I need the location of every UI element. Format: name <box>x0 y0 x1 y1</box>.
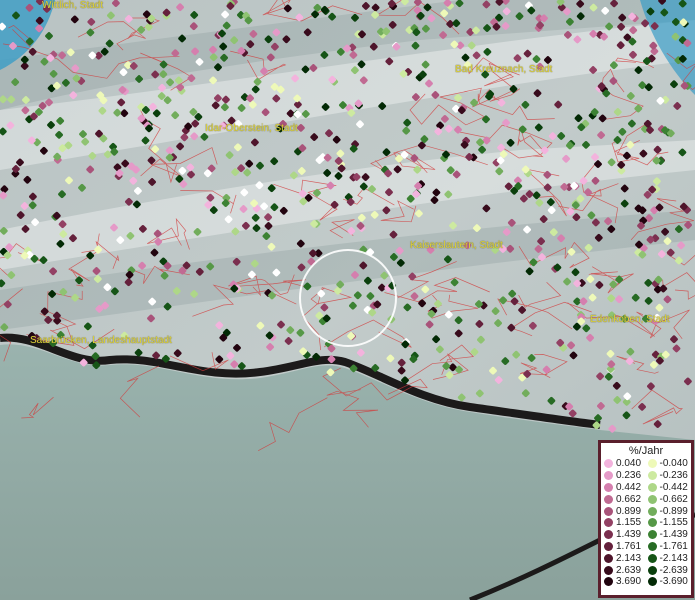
legend-item: -0.236 <box>647 470 692 482</box>
legend-label: 1.439 <box>616 529 642 541</box>
legend-swatch <box>604 530 613 540</box>
legend-item: 1.761 <box>604 541 648 553</box>
legend-swatch <box>647 518 657 528</box>
legend-label: -0.040 <box>659 458 688 470</box>
legend-swatch <box>604 541 613 551</box>
legend-label: -0.662 <box>659 493 688 505</box>
legend-item: 1.439 <box>604 529 648 541</box>
city-label-kaiserslautern: Kaiserslautern, Stadt <box>410 240 503 251</box>
legend-negative-column: -0.040 -0.236 -0.442 -0.662 -0.899 -1.155 -1.4… <box>647 458 692 588</box>
legend-item: -1.439 <box>647 529 692 541</box>
legend-label: 0.236 <box>616 470 642 482</box>
legend-label: -3.690 <box>659 576 688 588</box>
legend-item: 0.899 <box>604 505 648 517</box>
map-view[interactable]: Wittlich, Stadt Bad Kreuznach, Stadt Ida… <box>0 0 695 600</box>
legend-item: 0.040 <box>604 458 648 470</box>
legend-swatch <box>604 518 613 528</box>
legend-swatch <box>647 471 657 481</box>
legend-swatch <box>647 459 657 469</box>
legend-title: %/Jahr <box>628 445 664 457</box>
legend-swatch <box>647 494 657 504</box>
legend-swatch <box>647 482 657 492</box>
legend-swatch <box>647 506 657 516</box>
city-label-bad-kreuznach: Bad Kreuznach, Stadt <box>455 64 553 75</box>
legend-label: 0.662 <box>616 493 642 505</box>
legend-item: 0.442 <box>604 482 648 494</box>
terrain-layer <box>0 0 695 600</box>
legend-swatch <box>604 506 613 516</box>
legend-item: -0.442 <box>647 481 692 494</box>
legend-item: 3.690 <box>604 576 648 588</box>
legend-item: -2.639 <box>647 564 692 576</box>
legend-swatch <box>604 459 613 469</box>
legend-label: 2.639 <box>616 564 642 576</box>
legend-swatch <box>647 553 657 563</box>
legend-label: -1.761 <box>659 540 688 552</box>
city-label-edenkoben: Edenkoben, Stadt <box>590 314 670 325</box>
legend-positive-column: 0.040 0.236 0.442 0.662 0.899 1.155 1.439 1.761… <box>604 458 648 588</box>
legend-swatch <box>647 541 657 551</box>
legend-item: 2.143 <box>604 552 648 564</box>
legend-item: -2.143 <box>647 552 692 564</box>
legend-swatch <box>604 553 613 563</box>
legend-swatch <box>604 565 613 575</box>
legend-label: -2.143 <box>659 552 688 564</box>
legend-label: -1.439 <box>659 529 688 541</box>
legend-label: 0.442 <box>616 481 642 493</box>
legend-label: 0.040 <box>616 458 642 470</box>
legend-label: -0.236 <box>659 470 688 482</box>
legend-label: -1.155 <box>659 517 688 529</box>
city-label-saarbruecken: Saarbrücken, Landeshauptstadt <box>30 335 172 346</box>
legend: %/Jahr 0.040 0.236 0.442 0.662 0.899 1.155 1.4… <box>598 440 694 598</box>
legend-item: -0.040 <box>647 458 692 470</box>
legend-label: -0.899 <box>659 505 688 517</box>
legend-label: -2.639 <box>659 564 688 576</box>
legend-item: 1.155 <box>604 517 648 529</box>
legend-swatch <box>604 471 613 481</box>
legend-swatch <box>604 577 613 587</box>
legend-label: 3.690 <box>616 576 642 588</box>
legend-item: -0.662 <box>647 493 692 505</box>
legend-label: -0.442 <box>659 481 688 493</box>
legend-label: 1.761 <box>616 540 642 552</box>
legend-swatch <box>647 577 657 587</box>
legend-label: 0.899 <box>616 505 642 517</box>
legend-item: -1.761 <box>647 540 692 553</box>
legend-label: 2.143 <box>616 552 642 564</box>
legend-swatch <box>604 482 613 492</box>
legend-label: 1.155 <box>616 517 642 529</box>
legend-item: -0.899 <box>647 505 692 517</box>
city-label-wittlich: Wittlich, Stadt <box>42 0 104 11</box>
legend-item: 0.662 <box>604 493 648 505</box>
legend-swatch <box>604 494 613 504</box>
legend-item: 0.236 <box>604 470 648 482</box>
legend-item: -3.690 <box>647 576 692 588</box>
legend-swatch <box>647 565 657 575</box>
legend-item: 2.639 <box>604 564 648 576</box>
city-label-idar-oberstein: Idar-Oberstein, Stadt <box>205 123 298 134</box>
legend-swatch <box>647 530 657 540</box>
legend-item: -1.155 <box>647 517 692 529</box>
